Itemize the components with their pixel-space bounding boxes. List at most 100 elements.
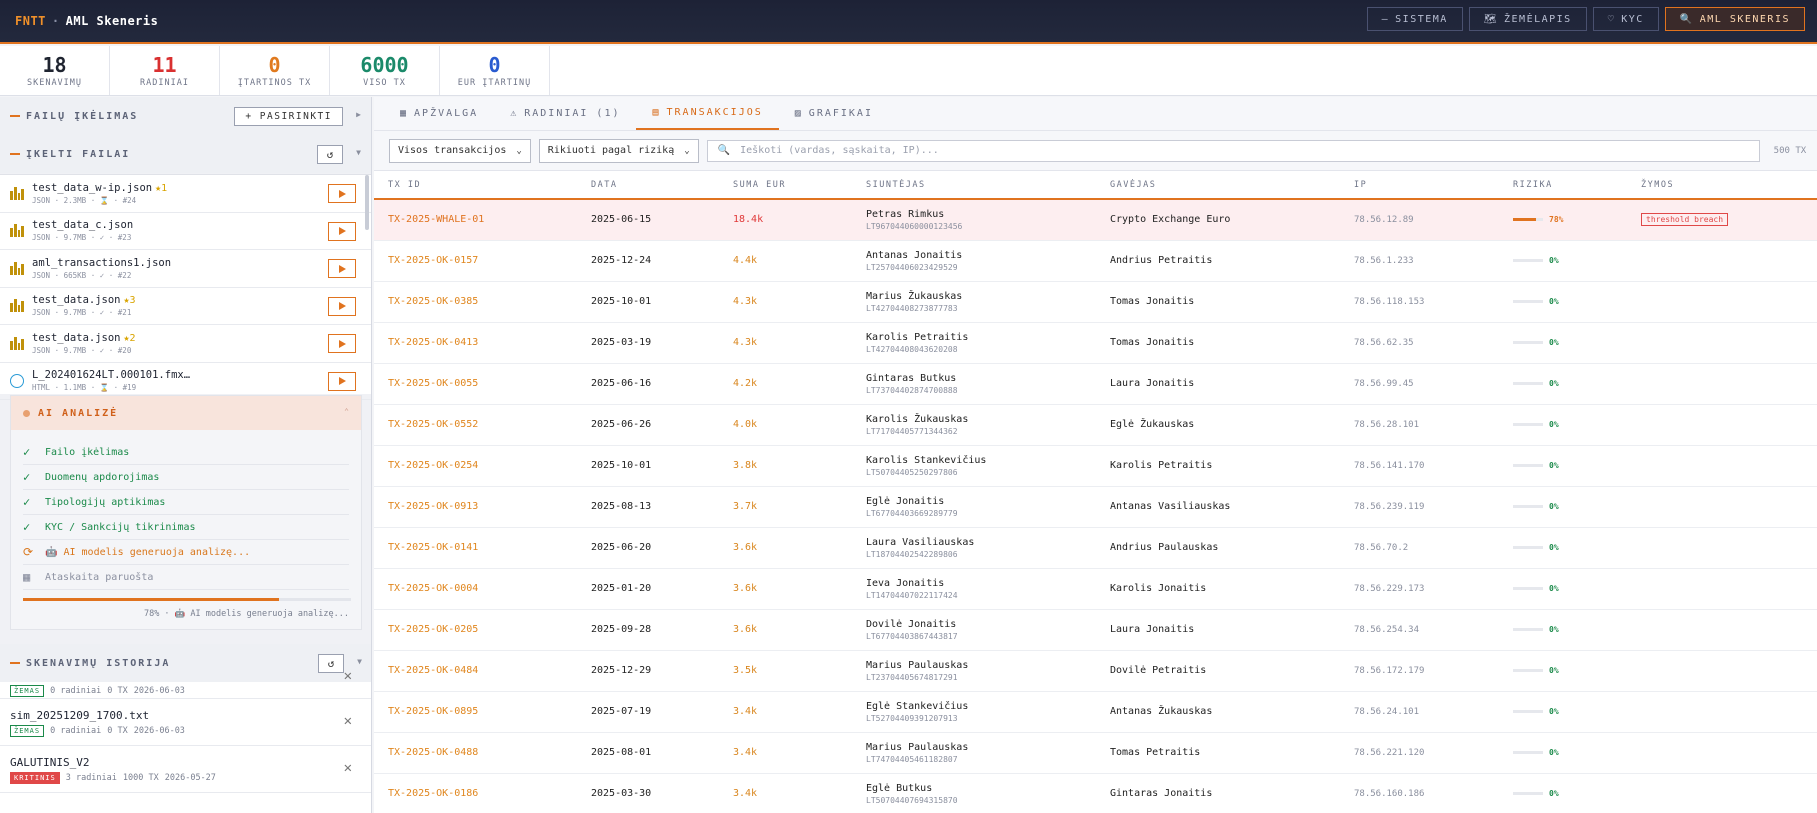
table-row[interactable]: TX-2025-OK-0205 2025-09-28 3.6k Dovilė Jona… [374, 609, 1817, 651]
tx-id-link[interactable]: TX-2025-OK-0385 [388, 296, 478, 307]
tx-date: 2025-09-28 [577, 609, 719, 651]
run-scan-button[interactable] [328, 371, 356, 391]
chart-icon: ▨ [794, 108, 803, 119]
check-icon: ✓ [23, 445, 31, 459]
file-row[interactable]: aml_transactions1.json JSON · 665KB · ✓ ·… [0, 250, 371, 288]
column-header[interactable]: ŽYMOS [1627, 171, 1817, 200]
column-header[interactable]: DATA [577, 171, 719, 200]
tx-id-link[interactable]: TX-2025-OK-0004 [388, 583, 478, 594]
tx-id-link[interactable]: TX-2025-OK-0895 [388, 706, 478, 717]
globe-icon [10, 373, 24, 388]
tab-2[interactable]: ⚠ RADINIAI (1) [494, 97, 636, 130]
chevron-down-icon[interactable]: ▼ [357, 657, 362, 666]
file-name: test_data_c.json [32, 219, 134, 232]
close-icon[interactable]: ✕ [344, 668, 352, 684]
tx-id-link[interactable]: TX-2025-WHALE-01 [388, 214, 484, 225]
table-row[interactable]: TX-2025-OK-0004 2025-01-20 3.6k Ieva Jonait… [374, 568, 1817, 610]
tx-id-link[interactable]: TX-2025-OK-0413 [388, 337, 478, 348]
nav-zemelapis-button[interactable]: 🗺 ŽEMĖLAPIS [1468, 7, 1587, 31]
transaction-type-select[interactable]: Visos transakcijos ⌄ [389, 138, 531, 163]
run-scan-button[interactable] [328, 221, 356, 241]
tx-date: 2025-06-26 [577, 404, 719, 446]
file-row[interactable]: test_data_c.json JSON · 9.7MB · ✓ · #23 [0, 213, 371, 250]
run-scan-button[interactable] [328, 334, 356, 353]
table-row[interactable]: TX-2025-OK-0552 2025-06-26 4.0k Karolis Žuk… [374, 404, 1817, 446]
column-header[interactable]: IP [1340, 171, 1499, 200]
table-row[interactable]: TX-2025-OK-0913 2025-08-13 3.7k Eglė Jonait… [374, 486, 1817, 528]
risk-bar [1513, 259, 1543, 262]
history-item[interactable]: GALUTINIS_V2 KRITINIS 3 radiniai 1000 TX 202… [0, 746, 371, 793]
history-item[interactable]: sim_20251209_1700.txt ŽEMAS 0 radiniai 0 TX… [0, 699, 371, 746]
receiver-name: Karolis Jonaitis [1096, 568, 1340, 610]
close-icon[interactable]: ✕ [344, 760, 352, 776]
tx-id-link[interactable]: TX-2025-OK-0141 [388, 542, 478, 553]
tx-id-link[interactable]: TX-2025-OK-0484 [388, 665, 478, 676]
column-header[interactable]: TX ID [374, 171, 577, 200]
chevron-right-icon[interactable]: ▶ [356, 110, 361, 119]
tab-3[interactable]: ▤ TRANSAKCIJOS [636, 97, 779, 130]
refresh-files-button[interactable]: ↺ [317, 145, 343, 164]
table-row[interactable]: TX-2025-OK-0895 2025-07-19 3.4k Eglė Stanke… [374, 691, 1817, 733]
tab-bar: ▦ APŽVALGA ⚠ RADINIAI (1) ▤ TRANSAKCIJOS ▨ GRAF… [374, 97, 1817, 131]
run-scan-button[interactable] [328, 259, 356, 278]
refresh-history-button[interactable]: ↺ [318, 654, 344, 673]
table-row[interactable]: TX-2025-OK-0488 2025-08-01 3.4k Marius Paul… [374, 732, 1817, 774]
file-list-scrollbar[interactable] [365, 175, 369, 230]
receiver-name: Eglė Žukauskas [1096, 404, 1340, 446]
nav-sistema-button[interactable]: — SISTEMA [1366, 7, 1463, 31]
search-input[interactable]: 🔍 Ieškoti (vardas, sąskaita, IP)... [706, 139, 1760, 162]
tx-id-link[interactable]: TX-2025-OK-0205 [388, 624, 478, 635]
choose-file-button[interactable]: + PASIRINKTI [234, 107, 343, 126]
risk-percent: 0% [1549, 338, 1559, 347]
close-icon[interactable]: ✕ [344, 713, 352, 729]
column-header[interactable]: GAVĖJAS [1096, 171, 1340, 200]
file-row[interactable]: test_data_w-ip.json ★1 JSON · 2.3MB · ⌛ · … [0, 175, 371, 213]
column-header[interactable]: SIUNTĖJAS [852, 171, 1096, 200]
file-row[interactable]: test_data.json ★2 JSON · 9.7MB · ✓ · #20 [0, 325, 371, 363]
history-item[interactable]: ŽEMAS 0 radiniai 0 TX 2026-06-03 ✕ [0, 668, 371, 699]
ai-analysis-header[interactable]: AI ANALIZĖ ⌃ [11, 396, 361, 430]
tx-id-link[interactable]: TX-2025-OK-0552 [388, 419, 478, 430]
table-row[interactable]: TX-2025-OK-0385 2025-10-01 4.3k Marius Žuka… [374, 281, 1817, 323]
sort-select[interactable]: Rikiuoti pagal riziką ⌄ [538, 138, 699, 163]
tx-id-link[interactable]: TX-2025-OK-0186 [388, 788, 478, 799]
table-row[interactable]: TX-2025-WHALE-01 2025-06-15 18.4k Petras Ri… [374, 199, 1817, 241]
tx-id-link[interactable]: TX-2025-OK-0913 [388, 501, 478, 512]
tx-id-link[interactable]: TX-2025-OK-0157 [388, 255, 478, 266]
top-bar: FNTT · AML Skeneris — SISTEMA 🗺 ŽEMĖLAPIS ♡ K… [0, 0, 1817, 44]
risk-indicator: 0% [1513, 297, 1627, 306]
table-row[interactable]: TX-2025-OK-0484 2025-12-29 3.5k Marius Paul… [374, 650, 1817, 692]
tx-id-link[interactable]: TX-2025-OK-0055 [388, 378, 478, 389]
upload-section-header[interactable]: FAILŲ ĮKĖLIMAS + PASIRINKTI ▶ [0, 97, 371, 135]
risk-bar [1513, 423, 1543, 426]
chevron-up-icon[interactable]: ⌃ [344, 407, 349, 416]
chevron-down-icon[interactable]: ▼ [356, 148, 361, 157]
file-row[interactable]: test_data.json ★3 JSON · 9.7MB · ✓ · #21 [0, 288, 371, 325]
column-header[interactable]: RIZIKA [1499, 171, 1627, 200]
files-section-header[interactable]: ĮKELTI FAILAI ↺ ▼ [0, 135, 371, 173]
table-row[interactable]: TX-2025-OK-0157 2025-12-24 4.4k Antanas Jon… [374, 240, 1817, 282]
table-row[interactable]: TX-2025-OK-0413 2025-03-19 4.3k Karolis Pet… [374, 322, 1817, 364]
run-scan-button[interactable] [328, 184, 356, 203]
nav-kyc-button[interactable]: ♡ KYC [1592, 7, 1659, 31]
run-scan-button[interactable] [328, 296, 356, 316]
ip-address: 78.56.172.179 [1340, 650, 1499, 692]
table-row[interactable]: TX-2025-OK-0254 2025-10-01 3.8k Karolis Sta… [374, 445, 1817, 487]
sender-name: Marius Paulauskas [866, 659, 969, 671]
table-row[interactable]: TX-2025-OK-0186 2025-03-30 3.4k Eglė Butkus… [374, 773, 1817, 813]
risk-bar [1513, 505, 1543, 508]
column-header[interactable]: SUMA EUR [719, 171, 852, 200]
table-row[interactable]: TX-2025-OK-0055 2025-06-16 4.2k Gintaras Bu… [374, 363, 1817, 405]
tab-1[interactable]: ▦ APŽVALGA [384, 97, 494, 130]
risk-indicator: 0% [1513, 256, 1627, 265]
sender-name: Petras Rimkus [866, 208, 945, 220]
tx-date: 2025-12-24 [577, 240, 719, 282]
tab-4[interactable]: ▨ GRAFIKAI [779, 97, 889, 130]
tx-id-link[interactable]: TX-2025-OK-0254 [388, 460, 478, 471]
play-icon [338, 227, 346, 235]
table-row[interactable]: TX-2025-OK-0141 2025-06-20 3.6k Laura Vasil… [374, 527, 1817, 569]
ai-step-label: Tipologijų aptikimas [45, 496, 166, 508]
tx-id-link[interactable]: TX-2025-OK-0488 [388, 747, 478, 758]
tx-count: 1000 TX [122, 773, 159, 783]
nav-aml-skeneris-button[interactable]: 🔍 AML SKENERIS [1664, 7, 1805, 31]
